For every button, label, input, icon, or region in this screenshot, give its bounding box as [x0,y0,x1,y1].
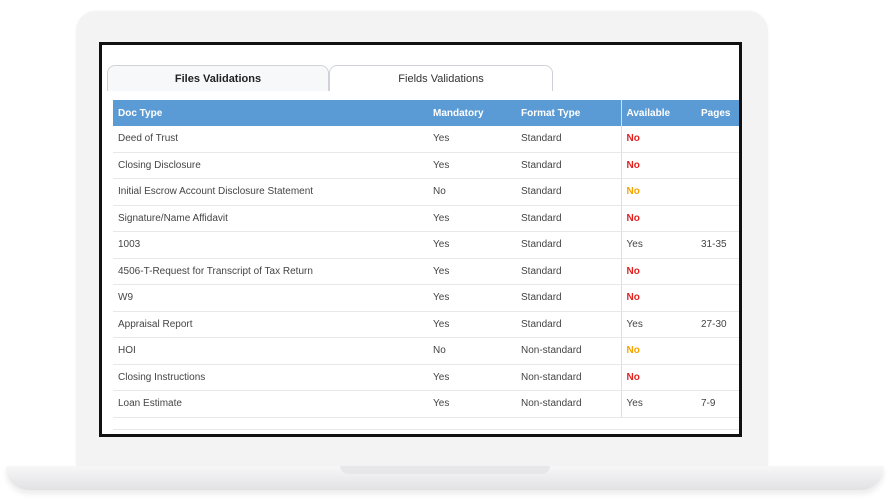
column-header-pages[interactable]: Pages [696,100,739,126]
cell-pages [696,205,739,232]
cell-pages [696,126,739,153]
cell-format-type: Standard [516,311,621,338]
cell-doc-type: Closing Instructions [113,364,428,391]
cell-mandatory: Yes [428,258,516,285]
table-row[interactable]: Closing Disclosure Yes Standard No [113,152,739,179]
column-header-format-type[interactable]: Format Type [516,100,621,126]
cell-available: No [620,152,696,179]
cell-format-type: Standard [516,178,621,206]
cell-mandatory: Yes [428,284,516,312]
cell-doc-type: 1003 [113,231,428,259]
cell-available: No [620,178,696,206]
table-body: Deed of Trust Yes Standard No Closing Disclo… [113,126,739,418]
cell-format-type: Standard [516,258,621,285]
laptop-screen: Files Validations Fields Validations Doc… [99,42,742,437]
cell-format-type: Non-standard [516,390,621,418]
cell-format-type: Standard [516,205,621,232]
cell-doc-type: Loan Estimate [113,390,428,418]
cell-doc-type: Deed of Trust [113,126,428,153]
cell-format-type: Standard [516,284,621,312]
table-row[interactable]: 4506-T-Request for Transcript of Tax Ret… [113,258,739,285]
table-row[interactable]: Loan Estimate Yes Non-standard Yes 7-9 [113,390,739,418]
cell-mandatory: Yes [428,311,516,338]
cell-format-type: Standard [516,126,621,153]
cell-mandatory: No [428,178,516,206]
tab-files-validations[interactable]: Files Validations [107,65,329,91]
cell-format-type: Standard [516,152,621,179]
table-row[interactable]: Deed of Trust Yes Standard No [113,126,739,153]
cell-doc-type: HOI [113,337,428,365]
cell-mandatory: Yes [428,364,516,391]
cell-mandatory: Yes [428,231,516,259]
cell-available: No [620,337,696,365]
table-row[interactable]: Appraisal Report Yes Standard Yes 27-30 [113,311,739,338]
table-row[interactable]: Closing Instructions Yes Non-standard No [113,364,739,391]
laptop-notch [340,466,550,474]
tab-fields-validations[interactable]: Fields Validations [329,65,553,91]
cell-available: No [620,364,696,391]
table-bottom-divider [113,429,739,430]
validation-tabs: Files Validations Fields Validations [107,65,739,93]
cell-format-type: Non-standard [516,364,621,391]
cell-doc-type: Closing Disclosure [113,152,428,179]
table-row[interactable]: HOI No Non-standard No [113,337,739,365]
column-header-available[interactable]: Available [620,100,696,126]
cell-pages [696,337,739,365]
cell-pages [696,364,739,391]
cell-pages: 7-9 [696,390,739,418]
cell-doc-type: Initial Escrow Account Disclosure Statem… [113,178,428,206]
cell-available: Yes [620,231,696,259]
cell-available: Yes [620,311,696,338]
cell-mandatory: Yes [428,152,516,179]
laptop-mockup: Files Validations Fields Validations Doc… [0,0,890,500]
table-row[interactable]: W9 Yes Standard No [113,284,739,312]
cell-doc-type: 4506-T-Request for Transcript of Tax Ret… [113,258,428,285]
cell-pages: 27-30 [696,311,739,338]
table-header: Doc Type Mandatory Format Type Available… [113,100,739,126]
cell-available: No [620,205,696,232]
cell-format-type: Non-standard [516,337,621,365]
cell-doc-type: Appraisal Report [113,311,428,338]
cell-mandatory: Yes [428,205,516,232]
cell-mandatory: Yes [428,390,516,418]
cell-pages: 31-35 [696,231,739,259]
cell-available: No [620,284,696,312]
files-validation-table: Doc Type Mandatory Format Type Available… [113,100,739,418]
table-row[interactable]: Initial Escrow Account Disclosure Statem… [113,178,739,206]
table-row[interactable]: 1003 Yes Standard Yes 31-35 [113,231,739,259]
cell-pages [696,258,739,285]
cell-pages [696,284,739,312]
cell-available: No [620,258,696,285]
cell-doc-type: Signature/Name Affidavit [113,205,428,232]
cell-available: No [620,126,696,153]
cell-pages [696,178,739,206]
column-header-doc-type[interactable]: Doc Type [113,100,428,126]
cell-mandatory: No [428,337,516,365]
cell-available: Yes [620,390,696,418]
cell-mandatory: Yes [428,126,516,153]
column-header-mandatory[interactable]: Mandatory [428,100,516,126]
cell-pages [696,152,739,179]
cell-format-type: Standard [516,231,621,259]
table-row[interactable]: Signature/Name Affidavit Yes Standard No [113,205,739,232]
cell-doc-type: W9 [113,284,428,312]
